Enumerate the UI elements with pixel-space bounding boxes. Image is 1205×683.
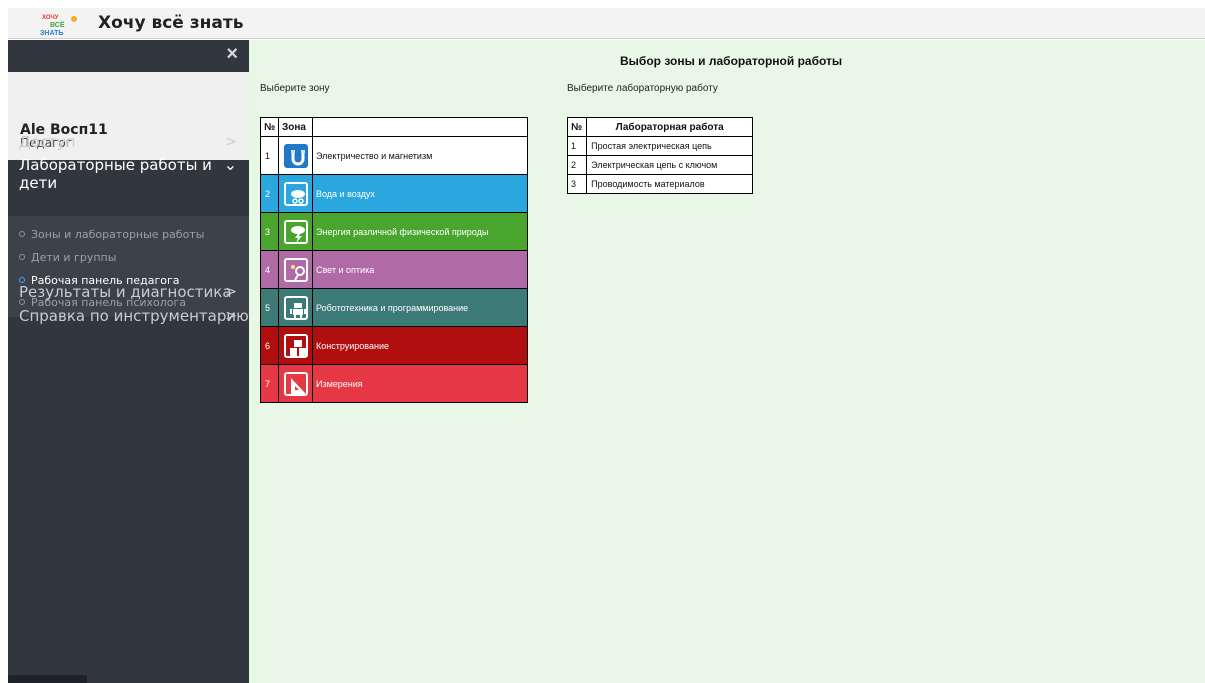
close-sidebar-button[interactable]: × xyxy=(226,43,238,66)
zone-icon-cell xyxy=(278,364,313,403)
zone-number: 1 xyxy=(260,136,279,175)
labs-table: № Лабораторная работа 1 Простая электрич… xyxy=(566,117,754,194)
chevron-right-icon: > xyxy=(225,308,237,324)
zone-icon-cell xyxy=(278,288,313,327)
zone-name: Вода и воздух xyxy=(312,174,528,213)
lightning-cloud-icon xyxy=(283,219,308,244)
submenu-item-children-and-groups[interactable]: Дети и группы xyxy=(19,251,116,264)
page: ХОЧУ ВСЁ ЗНАТЬ Хочу всё знать × Ale Восп… xyxy=(0,0,1205,683)
menu-item-label: Справка по инструментарию xyxy=(19,307,249,325)
zone-number: 4 xyxy=(260,250,279,289)
col-header-zone: Зона xyxy=(278,117,313,137)
app-title: Хочу всё знать xyxy=(98,13,244,33)
submenu-item-label: Дети и группы xyxy=(31,251,117,264)
app-header: ХОЧУ ВСЁ ЗНАТЬ Хочу всё знать xyxy=(8,8,1205,39)
lab-name: Электрическая цепь с ключом xyxy=(586,155,754,175)
triangle-ruler-icon xyxy=(283,371,308,396)
menu-item-label: Результаты и диагностика xyxy=(19,283,232,301)
blocks-icon xyxy=(283,333,308,358)
app-logo: ХОЧУ ВСЁ ЗНАТЬ xyxy=(36,11,82,37)
menu-item-labs-and-children[interactable]: Лабораторные работы и дети ⌄ xyxy=(8,155,249,192)
menu-item-access[interactable]: Доступ > xyxy=(8,133,249,155)
zone-number: 5 xyxy=(260,288,279,327)
zone-icon-cell xyxy=(278,174,313,213)
zone-row-construction[interactable]: 6 Конструирование xyxy=(260,326,528,365)
zone-icon-cell xyxy=(278,212,313,251)
zone-number: 6 xyxy=(260,326,279,365)
submenu-item-zones-and-labs[interactable]: Зоны и лабораторные работы xyxy=(19,228,204,241)
main-panel: Выбор зоны и лабораторной работы Выберит… xyxy=(249,40,1205,683)
zone-number: 7 xyxy=(260,364,279,403)
submenu-item-label: Зоны и лабораторные работы xyxy=(31,228,205,241)
zone-row-robotics[interactable]: 5 Робототехника и программирование xyxy=(260,288,528,327)
zone-row-energy[interactable]: 3 Энергия различной физической природы xyxy=(260,212,528,251)
lab-number: 1 xyxy=(566,136,588,156)
lab-row[interactable]: 1 Простая электрическая цепь xyxy=(566,136,754,156)
zone-row-measurements[interactable]: 7 Измерения xyxy=(260,364,528,403)
circle-bullet-icon xyxy=(19,254,25,260)
lab-row[interactable]: 2 Электрическая цепь с ключом xyxy=(566,155,754,175)
menu-item-label: Лабораторные работы и дети xyxy=(19,156,212,192)
lab-number: 3 xyxy=(566,174,588,194)
col-header-lab: Лабораторная работа xyxy=(586,117,754,137)
col-header-empty xyxy=(312,117,528,137)
svg-text:ХОЧУ: ХОЧУ xyxy=(42,15,59,21)
zone-icon-cell xyxy=(278,136,313,175)
zone-name: Робототехника и программирование xyxy=(312,288,528,327)
col-header-number: № xyxy=(260,117,279,137)
zone-icon-cell xyxy=(278,326,313,365)
cloud-water-icon xyxy=(283,181,308,206)
zone-name: Конструирование xyxy=(312,326,528,365)
svg-text:ВСЁ: ВСЁ xyxy=(50,21,65,29)
chevron-down-icon: ⌄ xyxy=(223,155,237,174)
zone-row-water-air[interactable]: 2 Вода и воздух xyxy=(260,174,528,213)
zone-row-electricity[interactable]: 1 Электричество и магнетизм xyxy=(260,136,528,175)
menu-item-tools-help[interactable]: Справка по инструментарию > xyxy=(8,307,249,329)
lab-row[interactable]: 3 Проводимость материалов xyxy=(566,174,754,194)
zone-icon-cell xyxy=(278,250,313,289)
menu-item-results-diagnostics[interactable]: Результаты и диагностика > xyxy=(8,283,249,305)
zone-name: Электричество и магнетизм xyxy=(312,136,528,175)
status-tooltip xyxy=(8,675,87,683)
chevron-right-icon: > xyxy=(225,134,237,150)
sidebar: × Ale Восп11 Педагог Доступ > Лабораторн… xyxy=(8,40,249,683)
page-title: Выбор зоны и лабораторной работы xyxy=(620,54,843,68)
lab-prompt: Выберите лабораторную работу xyxy=(567,83,718,94)
col-header-number: № xyxy=(566,117,588,137)
lab-name: Проводимость материалов xyxy=(586,174,754,194)
zone-name: Свет и оптика xyxy=(312,250,528,289)
zones-table: № Зона 1 Электричество и магнетизм 2 Вод… xyxy=(260,117,528,403)
zone-number: 2 xyxy=(260,174,279,213)
zone-name: Измерения xyxy=(312,364,528,403)
zone-row-light-optics[interactable]: 4 Свет и оптика xyxy=(260,250,528,289)
magnet-icon xyxy=(283,143,308,168)
zone-number: 3 xyxy=(260,212,279,251)
robot-icon xyxy=(283,295,308,320)
circle-bullet-icon xyxy=(19,231,25,237)
menu-item-label: Доступ xyxy=(19,133,76,151)
lab-name: Простая электрическая цепь xyxy=(586,136,754,156)
zone-name: Энергия различной физической природы xyxy=(312,212,528,251)
labs-table-header: № Лабораторная работа xyxy=(566,117,754,137)
zone-prompt: Выберите зону xyxy=(260,83,330,94)
svg-text:ЗНАТЬ: ЗНАТЬ xyxy=(40,30,63,37)
zones-table-header: № Зона xyxy=(260,117,528,137)
chevron-right-icon: > xyxy=(225,284,237,300)
lab-number: 2 xyxy=(566,155,588,175)
magnifier-sun-icon xyxy=(283,257,308,282)
